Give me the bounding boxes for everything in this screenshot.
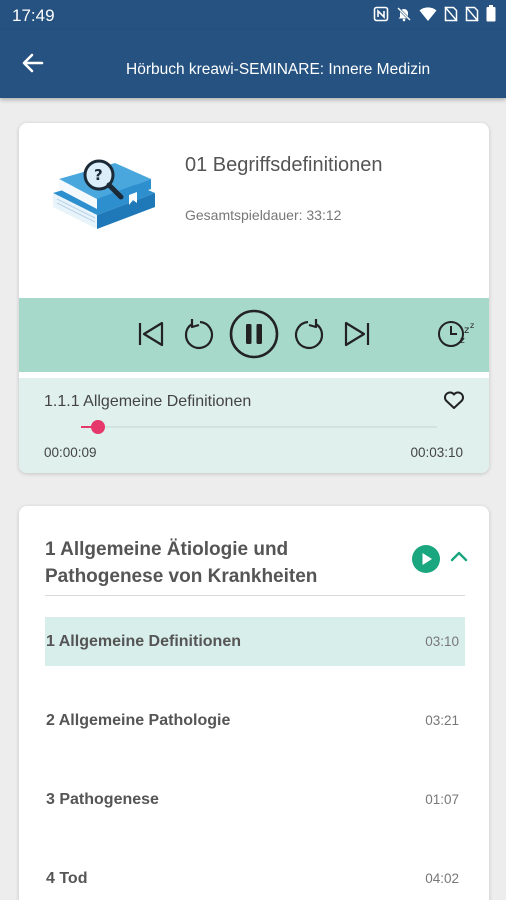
wifi-icon [419, 6, 437, 22]
chapter-duration: 03:21 [425, 713, 459, 728]
book-magnifier-icon: ? [49, 149, 159, 239]
total-time: 00:03:10 [410, 445, 463, 460]
no-sim-icon [465, 6, 479, 22]
no-sim-icon [444, 6, 458, 22]
progress-area: 1.1.1 Allgemeine Definitionen 00:00:09 0… [19, 378, 489, 473]
sleep-timer-icon: zzz [436, 317, 478, 356]
svg-text:z: z [460, 336, 465, 346]
app-title: Hörbuch kreawi-SEMINARE: Innere Medizin [126, 61, 431, 78]
progress-track[interactable] [81, 420, 437, 434]
current-chapter-label: 1.1.1 Allgemeine Definitionen [44, 393, 252, 410]
section-title: 1 Allgemeine Ätiologie und Pathogenese v… [45, 539, 318, 587]
favorite-button[interactable] [442, 388, 466, 417]
section-play-button[interactable] [412, 545, 440, 578]
nfc-icon [373, 6, 389, 22]
chapter-name: 2 Allgemeine Pathologie [46, 711, 231, 729]
skip-previous-icon [137, 321, 165, 352]
skip-next-button[interactable] [341, 320, 373, 352]
svg-text:z: z [470, 321, 474, 330]
status-bar: 17:49 [0, 0, 506, 30]
chapter-item[interactable]: 3 Pathogenese 01:07 [45, 775, 465, 824]
player-card: ? 01 Begriffsdefinitionen Gesamtspieldau… [19, 123, 489, 473]
pause-button[interactable] [229, 309, 279, 364]
status-icons [373, 5, 496, 22]
total-duration: Gesamtspieldauer: 33:12 [185, 207, 342, 223]
chapter-list: 1 Allgemeine Definitionen 03:10 2 Allgem… [45, 617, 465, 900]
play-circle-icon [412, 545, 440, 577]
chapter-item[interactable]: 2 Allgemeine Pathologie 03:21 [45, 696, 465, 745]
svg-text:?: ? [94, 166, 103, 184]
forward-button[interactable] [291, 317, 329, 355]
status-time: 17:49 [12, 6, 55, 25]
sleep-timer-button[interactable]: zzz [435, 318, 479, 354]
replay-button[interactable] [179, 317, 217, 355]
pause-icon [229, 309, 279, 364]
chapter-name: 4 Tod [46, 869, 88, 887]
section-collapse-button[interactable] [450, 549, 468, 567]
chapter-duration: 04:02 [425, 871, 459, 886]
chapter-name: 3 Pathogenese [46, 790, 159, 808]
chapter-duration: 03:10 [425, 634, 459, 649]
chapter-list-card: 1 Allgemeine Ätiologie und Pathogenese v… [19, 506, 489, 900]
app-bar: Hörbuch kreawi-SEMINARE: Innere Medizin [0, 30, 506, 98]
chapter-name: 1 Allgemeine Definitionen [46, 632, 241, 650]
svg-text:z: z [464, 325, 469, 336]
back-button[interactable] [16, 48, 50, 82]
mute-icon [396, 6, 412, 22]
skip-previous-button[interactable] [135, 320, 167, 352]
replay-icon [181, 317, 215, 356]
battery-icon [486, 5, 496, 22]
track-title: 01 Begriffsdefinitionen [185, 154, 383, 176]
chapter-item[interactable]: 1 Allgemeine Definitionen 03:10 [45, 617, 465, 666]
chevron-up-icon [450, 549, 468, 566]
chapter-item[interactable]: 4 Tod 04:02 [45, 854, 465, 900]
skip-next-icon [343, 321, 371, 352]
section-divider [45, 595, 465, 596]
heart-outline-icon [442, 391, 466, 416]
current-time: 00:00:09 [44, 445, 97, 460]
forward-icon [293, 317, 327, 356]
chapter-duration: 01:07 [425, 792, 459, 807]
playback-controls: zzz [19, 298, 489, 372]
progress-thumb[interactable] [90, 420, 105, 434]
arrow-back-icon [22, 52, 44, 79]
